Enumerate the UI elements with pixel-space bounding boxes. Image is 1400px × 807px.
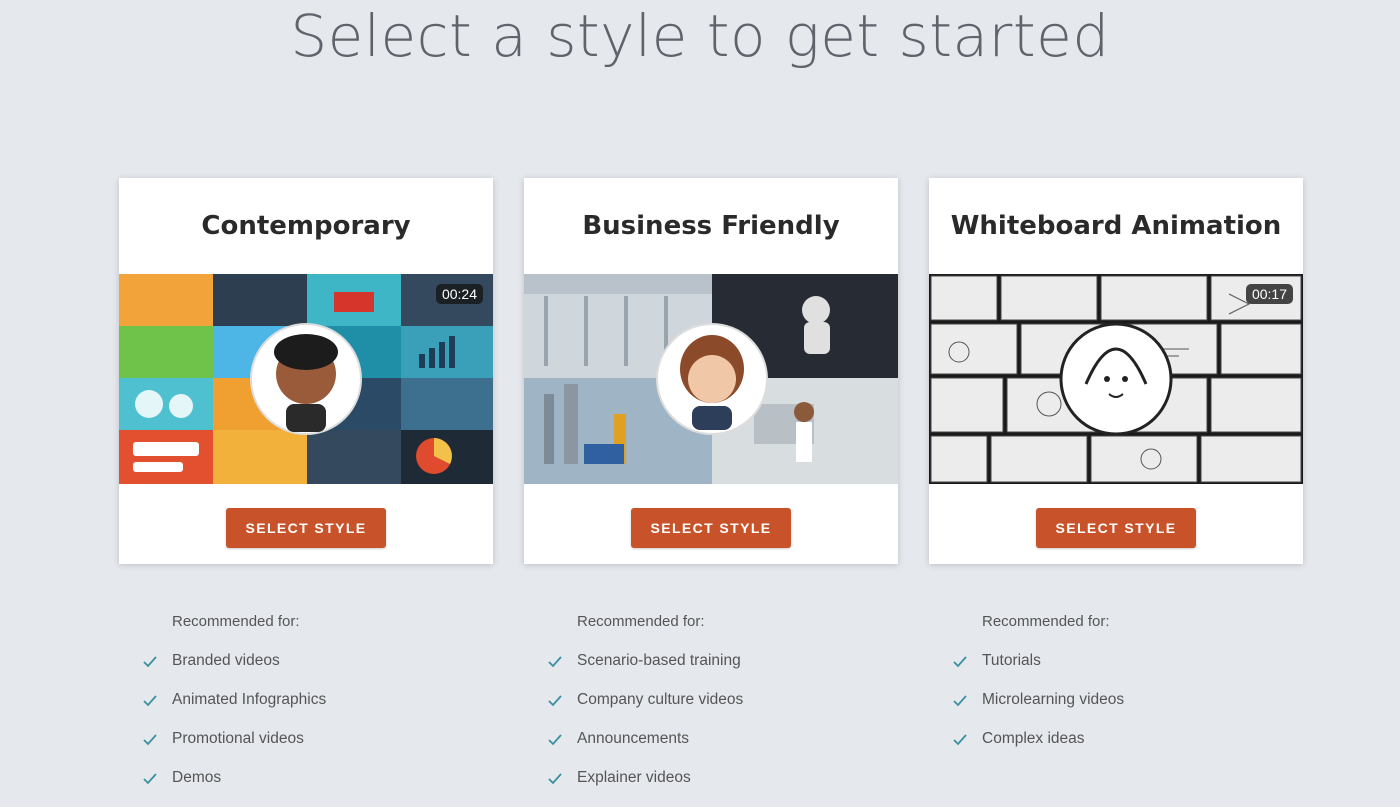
style-card-whiteboard-animation: Whiteboard Animation 00:17 SELECT STYLE [929,178,1303,564]
list-item: Promotional videos [120,729,420,768]
list-item: Demos [120,768,420,807]
list-item-label: Complex ideas [982,730,1085,747]
video-thumbnail-business-friendly[interactable] [524,274,898,484]
card-title: Contemporary [201,211,411,241]
list-item: Explainer videos [525,768,825,807]
list-item-label: Company culture videos [577,691,744,708]
list-item-label: Animated Infographics [172,691,327,708]
check-icon [953,734,967,746]
check-icon [143,656,157,668]
check-icon [548,773,562,785]
list-item: Animated Infographics [120,690,420,729]
select-style-button-business-friendly[interactable]: SELECT STYLE [631,508,791,548]
list-item-label: Announcements [577,730,690,747]
card-title: Whiteboard Animation [950,211,1282,241]
check-icon [548,695,562,707]
video-duration-badge: 00:24 [435,284,483,304]
list-item-label: Promotional videos [172,730,304,747]
list-item: Branded videos [120,651,420,690]
list-item: Tutorials [930,651,1230,690]
card-title: Business Friendly [582,211,840,241]
recommended-section-business-friendly: Recommended for: Scenario-based training… [525,612,825,807]
recommended-list: Tutorials Microlearning videos Complex i… [930,651,1230,768]
check-icon [548,734,562,746]
recommended-list: Scenario-based training Company culture … [525,651,825,807]
recommended-section-whiteboard-animation: Recommended for: Tutorials Microlearning… [930,612,1230,768]
list-item-label: Explainer videos [577,769,691,786]
video-duration-badge: 00:17 [1245,284,1293,304]
list-item-label: Branded videos [172,652,280,669]
recommended-heading: Recommended for: [577,613,705,630]
page-title: Select a style to get started [290,2,1110,70]
check-icon [953,695,967,707]
list-item-label: Scenario-based training [577,652,741,669]
select-style-button-whiteboard-animation[interactable]: SELECT STYLE [1036,508,1196,548]
recommended-list: Branded videos Animated Infographics Pro… [120,651,420,807]
list-item: Announcements [525,729,825,768]
list-item-label: Tutorials [982,652,1041,669]
check-icon [143,695,157,707]
select-style-button-contemporary[interactable]: SELECT STYLE [226,508,386,548]
recommended-heading: Recommended for: [982,613,1110,630]
video-thumbnail-whiteboard-animation[interactable]: 00:17 [929,274,1303,484]
list-item-label: Demos [172,769,222,786]
video-thumbnail-contemporary[interactable]: 00:24 [119,274,493,484]
list-item: Company culture videos [525,690,825,729]
list-item: Complex ideas [930,729,1230,768]
recommended-heading: Recommended for: [172,613,300,630]
list-item: Microlearning videos [930,690,1230,729]
recommended-section-contemporary: Recommended for: Branded videos Animated… [120,612,420,807]
check-icon [548,656,562,668]
check-icon [143,734,157,746]
list-item: Scenario-based training [525,651,825,690]
style-card-contemporary: Contemporary 00:24 SELECT STYLE [119,178,493,564]
list-item-label: Microlearning videos [982,691,1125,708]
check-icon [143,773,157,785]
style-card-business-friendly: Business Friendly SELECT STYLE [524,178,898,564]
check-icon [953,656,967,668]
